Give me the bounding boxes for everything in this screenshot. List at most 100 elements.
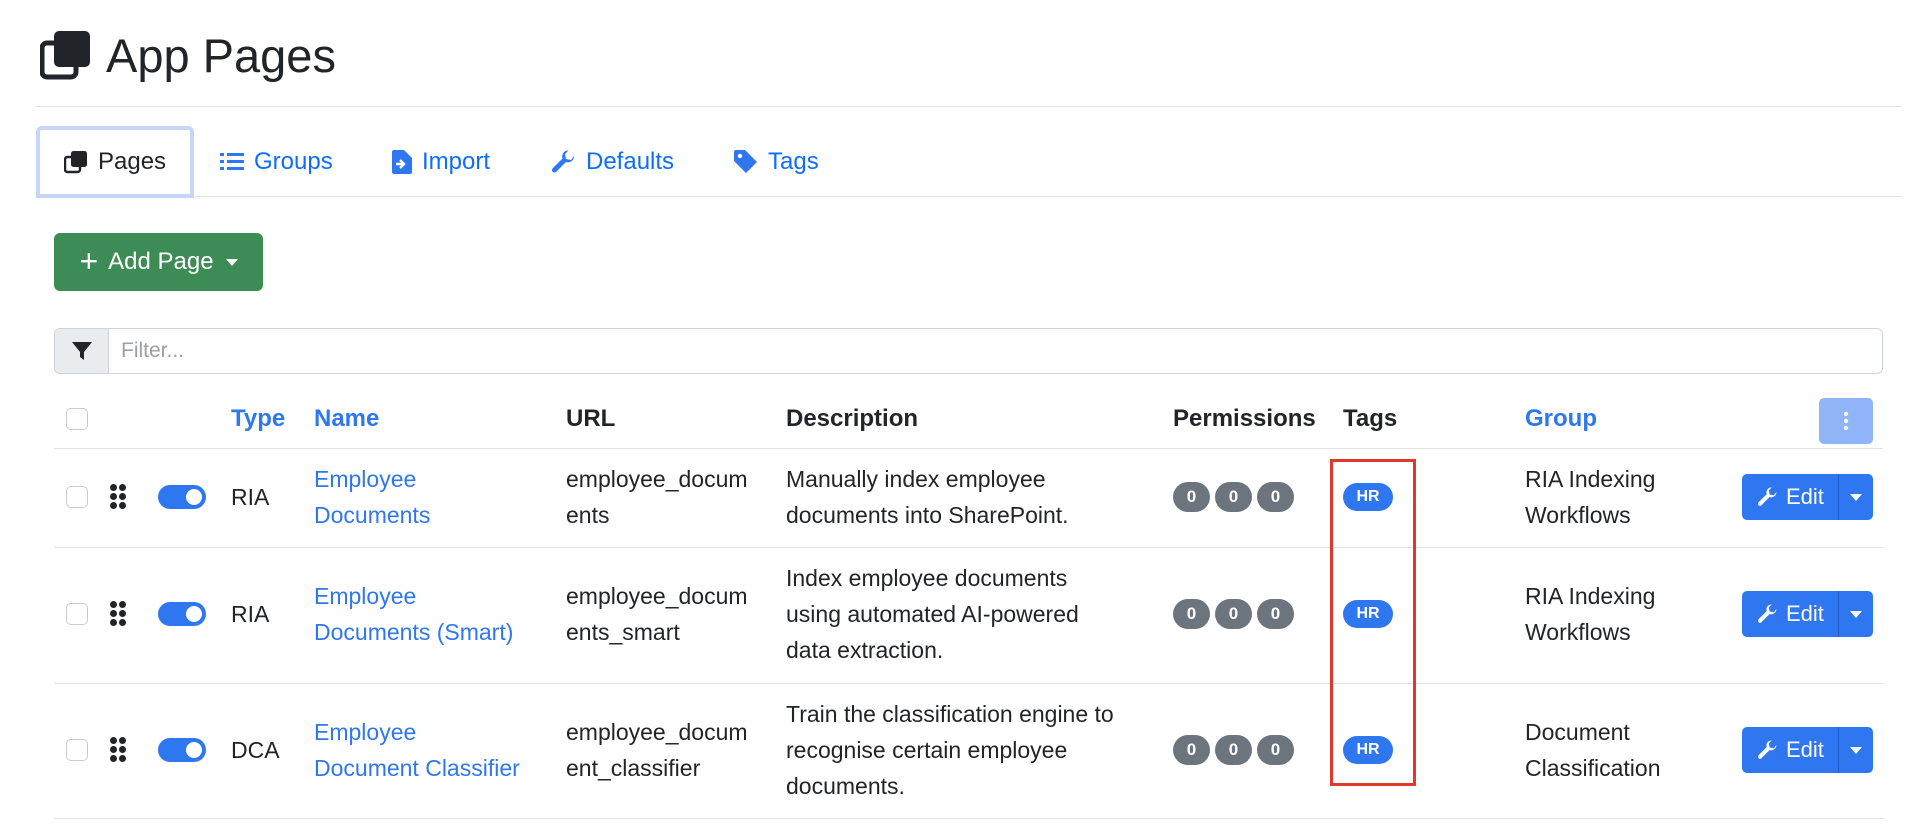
page-name-link[interactable]: Employee Documents	[314, 461, 430, 533]
app-pages-screen: App Pages Pages Groups Import Defaults T…	[0, 0, 1920, 825]
permissions-badges: 0 0 0	[1173, 482, 1294, 512]
add-page-button[interactable]: + Add Page	[54, 233, 263, 291]
name-line: Documents	[314, 502, 431, 528]
permission-badge: 0	[1173, 482, 1210, 512]
column-type[interactable]: Type	[231, 390, 285, 448]
tab-defaults[interactable]: Defaults	[552, 128, 674, 196]
more-vertical-icon	[1843, 411, 1849, 431]
url-line: ent_classifier	[566, 755, 701, 781]
permissions-badges: 0 0 0	[1173, 599, 1294, 629]
column-tags: Tags	[1343, 405, 1398, 432]
tag-badge[interactable]: HR	[1343, 600, 1393, 628]
edit-button[interactable]: Edit	[1742, 591, 1838, 637]
url-line: employee_docum	[566, 719, 748, 745]
description-line: Train the classification engine to	[786, 701, 1114, 727]
table-row: RIA Employee Documents (Smart) employee_…	[54, 547, 1883, 684]
enabled-toggle[interactable]	[158, 485, 206, 509]
permission-badge: 0	[1173, 599, 1210, 629]
table-header: Type Name URL Description Permissions Ta…	[54, 390, 1883, 449]
description-line: data extraction.	[786, 637, 944, 663]
edit-label: Edit	[1786, 484, 1824, 509]
tab-label: Import	[422, 148, 491, 175]
column-description: Description	[786, 405, 919, 432]
url-line: employee_docum	[566, 466, 748, 492]
file-import-icon	[392, 150, 412, 174]
tab-bar: Pages Groups Import Defaults Tags	[36, 126, 1902, 198]
description-line: recognise certain employee	[786, 737, 1068, 763]
drag-handle-icon[interactable]	[110, 737, 128, 763]
tag-label: HR	[1343, 483, 1393, 511]
tab-label: Tags	[768, 148, 819, 175]
page-header: App Pages	[40, 20, 336, 90]
drag-handle-icon[interactable]	[110, 484, 128, 510]
caret-down-icon	[1849, 493, 1862, 501]
tab-label: Defaults	[586, 148, 675, 175]
edit-dropdown-toggle[interactable]	[1837, 474, 1873, 520]
group-line: Document	[1525, 719, 1630, 745]
edit-dropdown-toggle[interactable]	[1837, 591, 1873, 637]
permission-badge: 0	[1215, 735, 1252, 765]
list-icon	[220, 153, 244, 170]
tag-badge[interactable]: HR	[1343, 483, 1393, 511]
page-group: RIA Indexing Workflows	[1525, 461, 1655, 533]
row-checkbox[interactable]	[66, 486, 88, 508]
tab-groups[interactable]: Groups	[220, 128, 333, 196]
name-line: Documents (Smart)	[314, 619, 514, 645]
tag-label: HR	[1343, 600, 1393, 628]
permission-badge: 0	[1215, 482, 1252, 512]
tab-label: Pages	[98, 148, 167, 175]
add-page-label: Add Page	[108, 248, 214, 275]
tab-pages[interactable]: Pages	[36, 126, 195, 198]
filter-icon	[55, 329, 109, 373]
page-description: Manually index employee documents into S…	[786, 461, 1069, 533]
caret-down-icon	[1849, 610, 1862, 618]
name-line: Employee	[314, 466, 417, 492]
filter-bar	[54, 328, 1883, 374]
plus-icon: +	[79, 242, 99, 279]
page-group: RIA Indexing Workflows	[1525, 578, 1655, 650]
column-group[interactable]: Group	[1525, 390, 1597, 448]
group-line: RIA Indexing	[1525, 583, 1656, 609]
permissions-badges: 0 0 0	[1173, 735, 1294, 765]
page-description: Train the classification engine to recog…	[786, 696, 1114, 804]
group-line: Classification	[1525, 755, 1661, 781]
copy-icon	[40, 31, 90, 80]
column-options-button[interactable]	[1819, 398, 1873, 444]
select-all-checkbox[interactable]	[66, 390, 88, 448]
url-line: ents_smart	[566, 619, 680, 645]
name-line: Employee	[314, 719, 417, 745]
page-description: Index employee documents using automated…	[786, 560, 1079, 668]
drag-handle-icon[interactable]	[110, 601, 128, 627]
row-checkbox[interactable]	[66, 603, 88, 625]
tab-tags[interactable]: Tags	[734, 128, 819, 196]
page-url: employee_docum ents_smart	[566, 578, 748, 650]
url-line: employee_docum	[566, 583, 748, 609]
edit-label: Edit	[1786, 737, 1824, 762]
page-url: employee_docum ent_classifier	[566, 714, 748, 786]
row-checkbox[interactable]	[66, 739, 88, 761]
caret-down-icon	[1849, 746, 1862, 754]
enabled-toggle[interactable]	[158, 738, 206, 762]
edit-split-button: Edit	[1742, 591, 1873, 637]
edit-split-button: Edit	[1742, 474, 1873, 520]
edit-dropdown-toggle[interactable]	[1837, 727, 1873, 773]
tag-badge[interactable]: HR	[1343, 736, 1393, 764]
page-type: DCA	[231, 737, 280, 763]
edit-label: Edit	[1786, 601, 1824, 626]
description-line: using automated AI-powered	[786, 601, 1079, 627]
filter-input[interactable]	[109, 329, 1882, 373]
column-name[interactable]: Name	[314, 390, 379, 448]
edit-button[interactable]: Edit	[1742, 727, 1838, 773]
page-name-link[interactable]: Employee Documents (Smart)	[314, 578, 513, 650]
edit-button[interactable]: Edit	[1742, 474, 1838, 520]
wrench-icon	[1758, 604, 1777, 623]
tag-label: HR	[1343, 736, 1393, 764]
description-line: documents into SharePoint.	[786, 502, 1069, 528]
tab-import[interactable]: Import	[392, 128, 490, 196]
page-name-link[interactable]: Employee Document Classifier	[314, 714, 520, 786]
column-permissions: Permissions	[1173, 405, 1316, 432]
enabled-toggle[interactable]	[158, 602, 206, 626]
description-line: documents.	[786, 773, 905, 799]
description-line: Index employee documents	[786, 565, 1068, 591]
wrench-icon	[1758, 740, 1777, 759]
